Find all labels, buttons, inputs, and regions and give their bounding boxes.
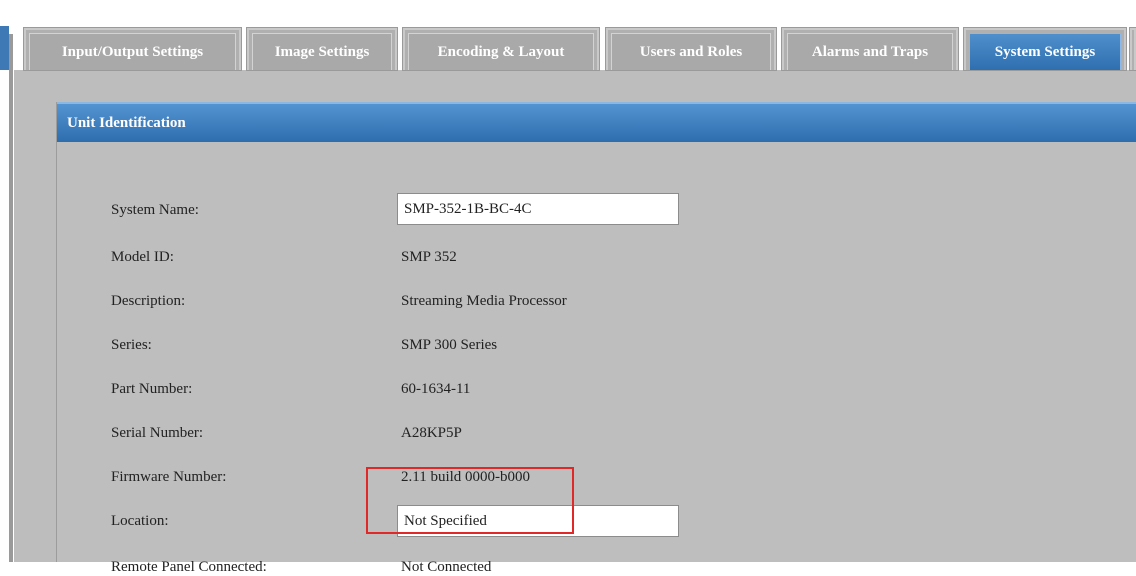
location-input[interactable] — [397, 505, 679, 537]
tab-label: Input/Output Settings — [29, 33, 236, 70]
series-label: Series: — [111, 337, 152, 353]
system-name-label: System Name: — [111, 202, 199, 218]
tab-alarms-and-traps[interactable]: Alarms and Traps — [781, 27, 959, 71]
firmware-number-label: Firmware Number: — [111, 469, 227, 485]
tab-overflow-edge — [1129, 27, 1136, 71]
part-number-value: 60-1634-11 — [401, 381, 471, 397]
tab-image-settings[interactable]: Image Settings — [246, 27, 398, 71]
tab-label: Users and Roles — [611, 33, 771, 70]
tab-system-settings[interactable]: System Settings — [963, 27, 1127, 71]
firmware-number-value: 2.11 build 0000-b000 — [401, 469, 531, 485]
panel-title: Unit Identification — [57, 102, 1136, 142]
tab-label: Alarms and Traps — [787, 33, 953, 70]
unit-identification-panel: Unit Identification System Name: Model I… — [56, 102, 1136, 575]
left-rail — [9, 34, 13, 562]
tab-users-and-roles[interactable]: Users and Roles — [605, 27, 777, 71]
tab-encoding-layout[interactable]: Encoding & Layout — [402, 27, 600, 71]
part-number-label: Part Number: — [111, 381, 193, 397]
system-name-input[interactable] — [397, 193, 679, 225]
description-label: Description: — [111, 293, 186, 309]
settings-content: Unit Identification System Name: Model I… — [14, 84, 1136, 575]
tab-label: System Settings — [969, 33, 1121, 70]
serial-number-label: Serial Number: — [111, 425, 204, 441]
description-value: Streaming Media Processor — [401, 293, 567, 309]
left-nav-accent — [0, 26, 9, 70]
model-id-label: Model ID: — [111, 249, 174, 265]
location-label: Location: — [111, 513, 169, 529]
tab-label: Encoding & Layout — [408, 33, 594, 70]
tab-strip-base — [14, 70, 1136, 84]
tab-input-output-settings[interactable]: Input/Output Settings — [23, 27, 242, 71]
serial-number-value: A28KP5P — [401, 425, 462, 441]
series-value: SMP 300 Series — [401, 337, 498, 353]
tab-label: Image Settings — [252, 33, 392, 70]
model-id-value: SMP 352 — [401, 249, 457, 265]
